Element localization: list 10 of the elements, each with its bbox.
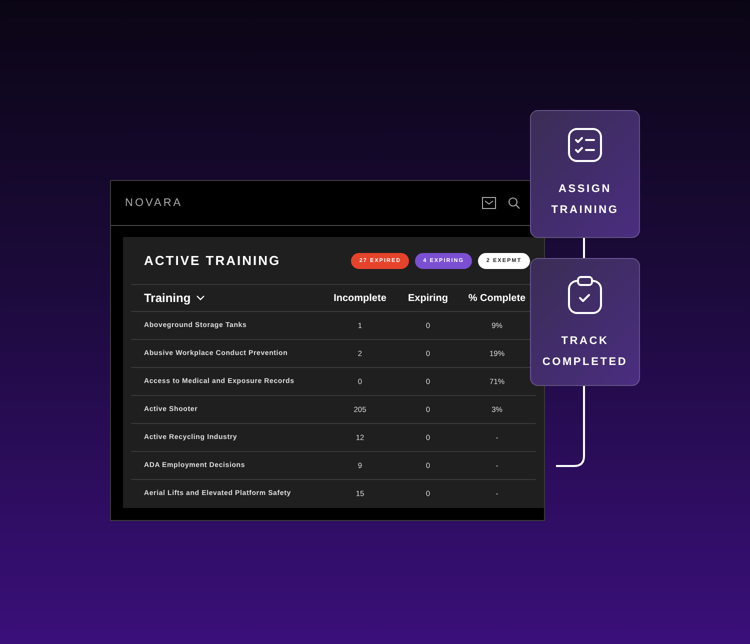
panel-title: ACTIVE TRAINING xyxy=(144,253,282,268)
column-header[interactable]: Expiring xyxy=(408,292,448,304)
column-header[interactable]: % Complete xyxy=(468,292,526,304)
column-header[interactable]: Incomplete xyxy=(334,292,386,304)
logo: NOVARA xyxy=(125,197,184,209)
card-label: ASSIGN TRAINING xyxy=(551,182,619,218)
feature-card[interactable]: ASSIGN TRAINING xyxy=(530,110,640,238)
column-header[interactable]: Training xyxy=(144,291,191,305)
card-label: TRACK COMPLETED xyxy=(542,334,628,370)
feature-card[interactable]: TRACK COMPLETED xyxy=(530,258,640,386)
